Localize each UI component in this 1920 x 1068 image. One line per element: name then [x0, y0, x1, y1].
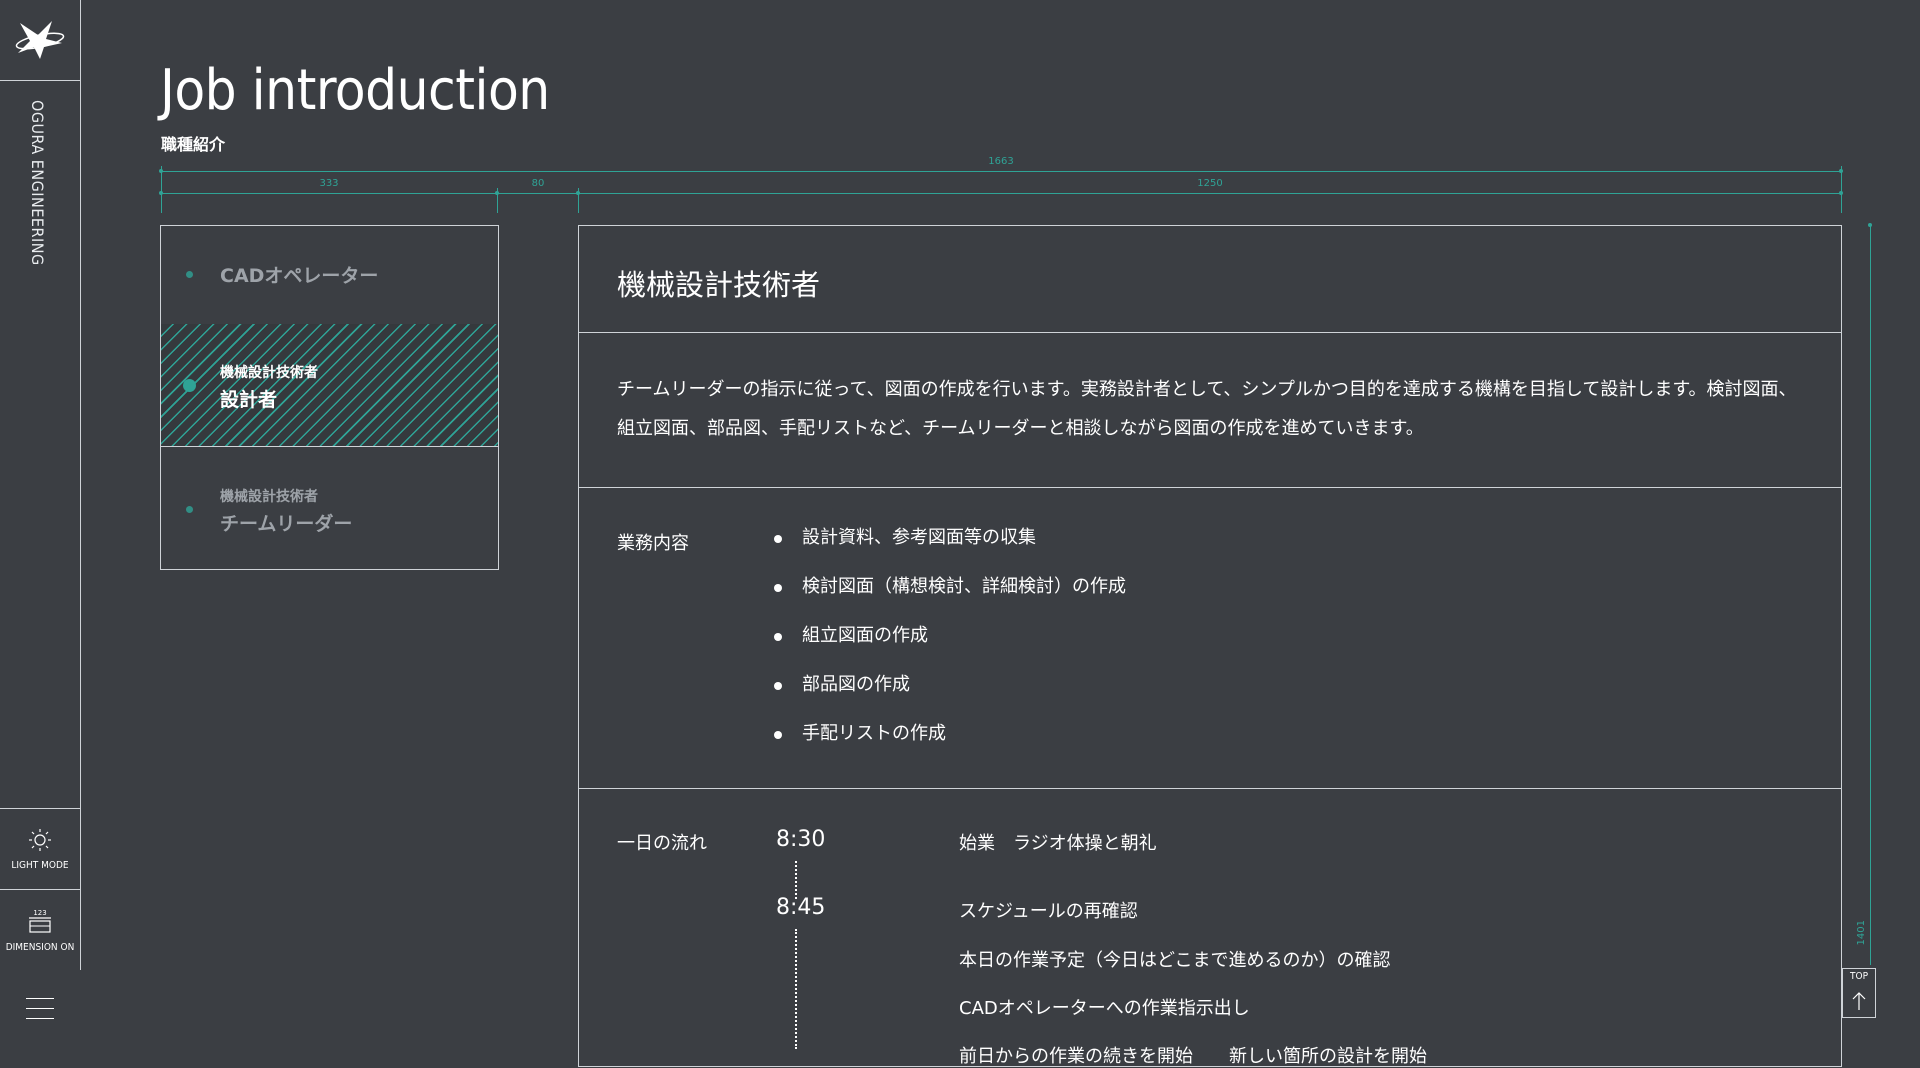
side-menu-item-label: 設計者: [220, 389, 278, 411]
side-menu-bullet: [183, 379, 196, 392]
sun-icon: [29, 828, 51, 851]
description-section: チームリーダーの指示に従って、図面の作成を行います。実務設計者として、シンプルか…: [579, 333, 1841, 488]
light-mode-button[interactable]: LIGHT MODE: [0, 808, 80, 889]
job-title-section: 機械設計技術者: [579, 226, 1841, 333]
arrow-up-icon: [1852, 992, 1866, 1010]
dimension-tick: [161, 166, 162, 213]
side-menu-item-sublabel: 機械設計技術者: [220, 489, 318, 505]
duty-item: 設計資料、参考図面等の収集: [774, 526, 1126, 575]
dimension-dot: [159, 191, 163, 195]
light-mode-label: LIGHT MODE: [11, 859, 69, 871]
flow-time: 8:45: [776, 895, 826, 920]
back-to-top-label: TOP: [1850, 971, 1868, 982]
daily-flow-section: 一日の流れ 8:30 始業 ラジオ体操と朝礼 8:45 スケジュールの再確認 本…: [579, 789, 1841, 1067]
timeline-connector: [795, 861, 797, 899]
side-menu-item-label: CADオペレーター: [220, 265, 379, 287]
dimension-line-segments: [161, 193, 1841, 194]
flow-time: 8:30: [776, 827, 826, 852]
hamburger-menu-icon[interactable]: [26, 998, 54, 1022]
side-rail: OGURA ENGINEERING LIGHT MODE 123 DIMENSI…: [0, 0, 81, 970]
side-menu-item-label: チームリーダー: [220, 513, 353, 535]
timeline-connector: [795, 929, 797, 1049]
side-menu-item-sublabel: 機械設計技術者: [220, 365, 318, 381]
dimension-height-label: 1401: [1856, 920, 1867, 946]
dimension-icon-text: 123: [33, 909, 46, 917]
dimension-tick: [1841, 166, 1842, 213]
duties-section: 業務内容 設計資料、参考図面等の収集 検討図面（構想検討、詳細検討）の作成 組立…: [579, 488, 1841, 789]
daily-flow-label: 一日の流れ: [617, 833, 707, 854]
dimension-dot: [1839, 191, 1843, 195]
job-title: 機械設計技術者: [617, 268, 821, 302]
duty-item: 組立図面の作成: [774, 624, 1126, 673]
flow-entry: 前日からの作業の続きを開始 新しい箇所の設計を開始: [959, 1046, 1427, 1067]
side-menu-bullet: [186, 506, 193, 513]
logo-icon: [15, 21, 65, 59]
brand-name: OGURA ENGINEERING: [28, 100, 47, 266]
flow-entry: CADオペレーターへの作業指示出し: [959, 998, 1250, 1019]
job-description: チームリーダーの指示に従って、図面の作成を行います。実務設計者として、シンプルか…: [617, 379, 1797, 439]
duty-item: 部品図の作成: [774, 673, 1126, 722]
duties-list: 設計資料、参考図面等の収集 検討図面（構想検討、詳細検討）の作成 組立図面の作成…: [774, 526, 1126, 771]
flow-entry: スケジュールの再確認: [959, 901, 1138, 922]
flow-entry: 本日の作業予定（今日はどこまで進めるのか）の確認: [959, 950, 1391, 971]
duty-item: 手配リストの作成: [774, 722, 1126, 771]
side-menu-item-team-leader[interactable]: 機械設計技術者 チームリーダー: [161, 446, 498, 568]
dimension-main-label: 1250: [1197, 178, 1223, 189]
logo[interactable]: [0, 0, 80, 81]
page-subtitle: 職種紹介: [161, 135, 226, 154]
job-side-menu: CADオペレーター 機械設計技術者 設計者 機械設計技術者 チームリーダー: [160, 225, 499, 570]
dimension-line-height: [1870, 225, 1871, 965]
dimension-side-label: 333: [319, 178, 339, 189]
dimension-toggle-button[interactable]: 123 DIMENSION ON: [0, 889, 80, 970]
back-to-top-button[interactable]: TOP: [1842, 968, 1876, 1018]
dimension-icon: 123: [29, 909, 51, 933]
dimension-dot: [1839, 169, 1843, 173]
dimension-dot: [159, 169, 163, 173]
dimension-label: DIMENSION ON: [5, 941, 75, 953]
dimension-dot: [576, 191, 580, 195]
dimension-dot: [495, 191, 499, 195]
side-menu-bullet: [186, 271, 193, 278]
duties-label: 業務内容: [617, 533, 689, 554]
job-detail-panel: 機械設計技術者 チームリーダーの指示に従って、図面の作成を行います。実務設計者と…: [578, 225, 1842, 1067]
dimension-gap-label: 80: [531, 178, 545, 189]
side-menu-item-designer[interactable]: 機械設計技術者 設計者: [161, 324, 498, 447]
page-title: Job introduction: [160, 58, 550, 123]
flow-entry: 始業 ラジオ体操と朝礼: [959, 833, 1157, 854]
dimension-total-label: 1663: [988, 156, 1014, 167]
duty-item: 検討図面（構想検討、詳細検討）の作成: [774, 575, 1126, 624]
dimension-line-total: [161, 171, 1841, 172]
dimension-dot: [1868, 223, 1872, 227]
